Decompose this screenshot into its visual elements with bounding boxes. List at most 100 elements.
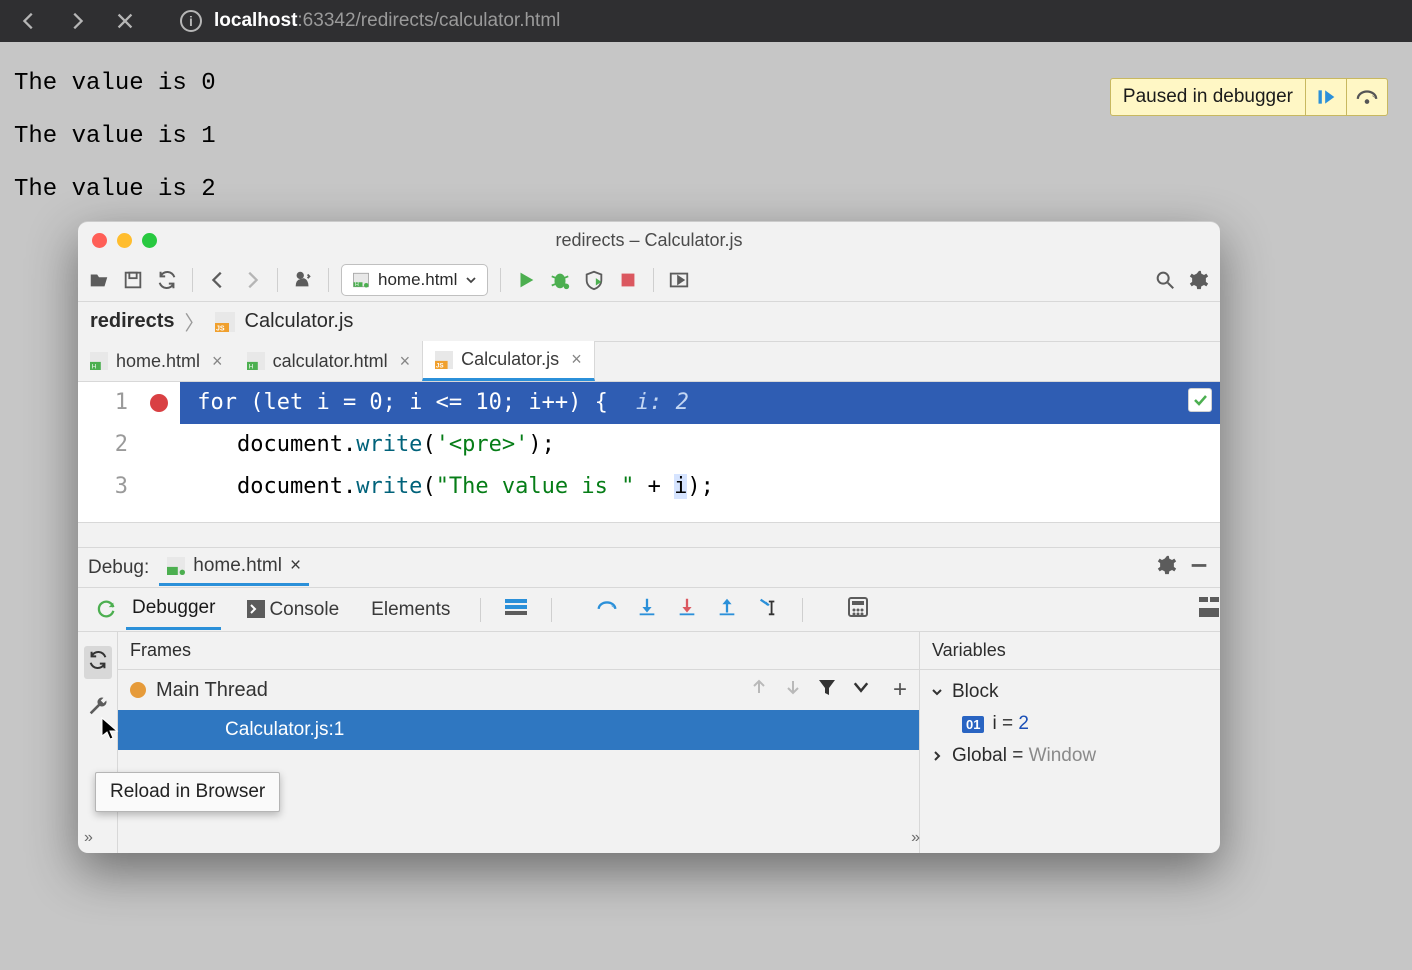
- tooltip: Reload in Browser: [95, 772, 280, 812]
- redo-nav-icon[interactable]: [239, 267, 265, 293]
- window-title: redirects – Calculator.js: [78, 230, 1220, 251]
- thread-row[interactable]: Main Thread +: [118, 670, 919, 710]
- chevron-down-icon[interactable]: [851, 677, 871, 703]
- inlay-hint: i: 2: [636, 390, 689, 415]
- settings-icon[interactable]: [1186, 267, 1212, 293]
- ide-window: redirects – Calculator.js H home.html: [78, 221, 1220, 853]
- breadcrumb-file[interactable]: Calculator.js: [245, 310, 354, 333]
- debugger-tab[interactable]: Debugger: [126, 589, 221, 630]
- code-line[interactable]: document.write('<pre>');: [180, 424, 1220, 466]
- elements-tab[interactable]: Elements: [365, 591, 456, 629]
- prev-frame-icon[interactable]: [749, 677, 769, 703]
- run-config-selector[interactable]: H home.html: [341, 264, 488, 296]
- step-over-button[interactable]: [1347, 79, 1387, 115]
- debug-icon[interactable]: [547, 267, 573, 293]
- inspection-status-icon[interactable]: [1188, 388, 1212, 412]
- close-tab-icon[interactable]: ×: [208, 351, 223, 372]
- forward-icon[interactable]: [64, 8, 90, 34]
- debugger-body: » Frames Main Thread + Calculator.js:1: [78, 632, 1220, 853]
- debug-toolwindow-header: Debug: home.html ×: [78, 548, 1220, 588]
- run-config-label: home.html: [378, 270, 457, 290]
- force-step-into-icon[interactable]: [676, 596, 698, 623]
- editor-tabs: H home.html× H calculator.html× JS Calcu…: [78, 342, 1220, 382]
- breakpoint-gutter[interactable]: [138, 382, 180, 522]
- back-icon[interactable]: [16, 8, 42, 34]
- code-editor[interactable]: 123 for (let i = 0; i <= 10; i++) {i: 2 …: [78, 382, 1220, 522]
- debug-label: Debug:: [88, 557, 149, 579]
- paused-in-debugger-badge: Paused in debugger: [1110, 78, 1388, 116]
- threads-icon[interactable]: [505, 596, 527, 623]
- svg-text:JS: JS: [216, 325, 225, 332]
- svg-text:H: H: [92, 364, 97, 370]
- step-over-icon[interactable]: [596, 596, 618, 623]
- page-line: The value is 2: [14, 176, 1412, 203]
- next-frame-icon[interactable]: [783, 677, 803, 703]
- expand-icon[interactable]: »: [84, 829, 93, 847]
- page-line: The value is 1: [14, 123, 1412, 150]
- layout-settings-icon[interactable]: [1198, 596, 1220, 623]
- save-icon[interactable]: [120, 267, 146, 293]
- sync-icon[interactable]: [154, 267, 180, 293]
- run-to-cursor-icon[interactable]: [756, 596, 778, 623]
- expand-icon[interactable]: »: [911, 829, 920, 847]
- tab-calculator-js[interactable]: JS Calculator.js×: [422, 341, 595, 381]
- variable-scope-row[interactable]: Global = Window: [930, 740, 1210, 772]
- url-text[interactable]: localhost:63342/redirects/calculator.htm…: [214, 10, 560, 32]
- window-titlebar[interactable]: redirects – Calculator.js: [78, 222, 1220, 258]
- stack-frame-row[interactable]: Calculator.js:1: [118, 710, 919, 750]
- reload-in-browser-icon[interactable]: [84, 646, 112, 679]
- filter-icon[interactable]: [817, 677, 837, 703]
- info-icon[interactable]: i: [180, 10, 202, 32]
- step-out-icon[interactable]: [716, 596, 738, 623]
- chevron-down-icon: [465, 274, 477, 286]
- breadcrumb-root[interactable]: redirects: [90, 310, 175, 333]
- minimize-icon[interactable]: [1188, 554, 1210, 582]
- main-toolbar: H home.html: [78, 258, 1220, 302]
- breakpoint-icon[interactable]: [150, 394, 168, 412]
- frames-panel: Frames Main Thread + Calculator.js:1 »: [118, 632, 920, 853]
- add-icon[interactable]: +: [893, 676, 907, 704]
- tab-calculator-html[interactable]: H calculator.html×: [235, 341, 423, 381]
- undo-nav-icon[interactable]: [205, 267, 231, 293]
- browser-address-bar: i localhost:63342/redirects/calculator.h…: [0, 0, 1412, 42]
- close-tab-icon[interactable]: ×: [290, 555, 301, 577]
- run-icon[interactable]: [513, 267, 539, 293]
- vcs-icon[interactable]: [290, 267, 316, 293]
- svg-text:H: H: [355, 282, 359, 288]
- evaluate-expression-icon[interactable]: [847, 596, 869, 623]
- close-tab-icon[interactable]: ×: [567, 349, 582, 370]
- frames-header: Frames: [118, 632, 919, 670]
- breadcrumb[interactable]: redirects 〉 JS Calculator.js: [78, 302, 1220, 342]
- stop-run-icon[interactable]: [615, 267, 641, 293]
- thread-status-icon: [130, 682, 146, 698]
- variables-panel: Variables Block 01 i = 2 Global = Window: [920, 632, 1220, 853]
- console-tab[interactable]: Console: [241, 591, 345, 629]
- coverage-icon[interactable]: [581, 267, 607, 293]
- code-line[interactable]: document.write("The value is " + i);: [180, 466, 1220, 508]
- stop-icon[interactable]: [112, 8, 138, 34]
- page-content: The value is 0 The value is 1 The value …: [0, 42, 1412, 203]
- variable-row[interactable]: 01 i = 2: [930, 708, 1210, 740]
- debug-session-tab[interactable]: home.html ×: [159, 549, 309, 586]
- gear-icon[interactable]: [1156, 554, 1178, 582]
- variables-header: Variables: [920, 632, 1220, 670]
- resume-button[interactable]: [1306, 79, 1346, 115]
- rerun-icon[interactable]: [95, 598, 117, 625]
- variable-scope-row[interactable]: Block: [930, 676, 1210, 708]
- line-gutter[interactable]: 123: [78, 382, 138, 522]
- tab-home-html[interactable]: H home.html×: [78, 341, 235, 381]
- search-icon[interactable]: [1152, 267, 1178, 293]
- step-into-icon[interactable]: [636, 596, 658, 623]
- chevron-right-icon: [930, 749, 944, 763]
- paused-label: Paused in debugger: [1111, 86, 1305, 108]
- chevron-down-icon: [930, 685, 944, 699]
- code-line[interactable]: for (let i = 0; i <= 10; i++) {i: 2: [180, 382, 1220, 424]
- layout-icon[interactable]: [666, 267, 692, 293]
- mouse-cursor: [100, 716, 120, 747]
- js-file-icon: JS: [215, 312, 235, 332]
- svg-text:JS: JS: [436, 362, 444, 368]
- close-tab-icon[interactable]: ×: [396, 351, 411, 372]
- debugger-tab-row: Debugger Console Elements: [78, 588, 1220, 632]
- svg-text:H: H: [248, 364, 253, 370]
- open-icon[interactable]: [86, 267, 112, 293]
